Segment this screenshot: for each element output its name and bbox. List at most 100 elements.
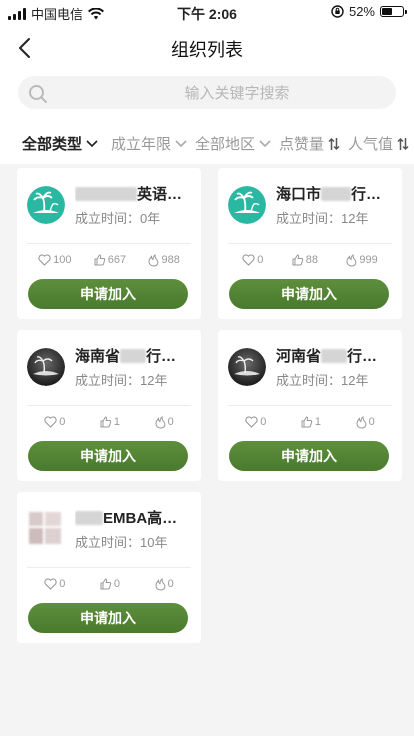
heart-icon [44,578,57,590]
palm-island-logo [27,186,65,224]
status-bar: 中国电信 下午 2:06 52% [0,0,414,24]
filter-popularity-label: 人气值 [348,136,394,153]
org-stats: 0 0 0 [27,574,191,594]
search-bar: 输入关键字搜索 [0,72,414,120]
orientation-lock-icon [331,5,344,18]
blurred-text [321,349,348,363]
org-stats: 100 667 988 [27,250,191,270]
thumbs-up-stat[interactable]: 667 [94,254,126,266]
flame-icon [155,415,165,429]
divider [27,405,191,406]
org-card-header: 海口市 行… 成立时间：12年 [228,186,394,226]
chevron-down-icon [175,139,187,147]
blurred-text [120,349,147,363]
thumbs-up-stat[interactable]: 88 [292,254,318,266]
dark-island-logo [228,348,266,386]
thumbs-up-icon [100,416,112,428]
flame-stat[interactable]: 999 [346,253,378,267]
join-button[interactable]: 申请加入 [229,279,389,309]
org-founded: 成立时间：12年 [75,373,168,388]
org-name: 英语… [75,186,199,204]
org-founded: 成立时间：12年 [276,373,369,388]
chevron-down-icon [86,139,98,147]
filter-years[interactable]: 成立年限 [111,133,187,154]
status-right: 52% [331,4,407,19]
org-founded: 成立时间：10年 [75,535,168,550]
org-founded: 成立时间：12年 [276,211,369,226]
org-stats: 0 1 0 [27,412,191,432]
org-card[interactable]: 海口市 行… 成立时间：12年 0 88 999 申请加入 [218,168,402,319]
flame-stat[interactable]: 0 [155,577,174,591]
thumbs-up-icon [292,254,303,266]
heart-icon [242,254,255,266]
flame-stat[interactable]: 0 [155,415,174,429]
flame-icon [148,253,159,267]
heart-icon [38,254,51,266]
battery-percent: 52% [348,4,375,19]
blurred-text [75,187,137,201]
search-icon [29,85,47,103]
search-input[interactable]: 输入关键字搜索 [18,76,396,109]
nav-bar: 组织列表 [0,24,414,72]
org-grid: 英语… 成立时间：0年 100 667 988 申请加入 海口市 行… 成立时间… [0,164,414,736]
flame-stat[interactable]: 988 [148,253,180,267]
sort-icon [328,137,340,150]
heart-stat[interactable]: 100 [38,254,72,266]
join-button[interactable]: 申请加入 [28,441,188,471]
join-button[interactable]: 申请加入 [229,441,389,471]
heart-stat[interactable]: 0 [44,578,65,590]
palm-island-logo [228,186,266,224]
thumbs-up-stat[interactable]: 0 [100,578,120,590]
org-card[interactable]: 河南省 行… 成立时间：12年 0 1 0 申请加入 [218,330,402,481]
join-button[interactable]: 申请加入 [28,603,188,633]
thumbs-up-stat[interactable]: 1 [301,416,321,428]
battery-icon [380,6,407,17]
org-stats: 0 88 999 [228,250,392,270]
divider [27,567,191,568]
heart-icon [44,416,57,428]
chevron-down-icon [259,139,271,147]
org-name: 河南省 行… [276,348,378,365]
org-card[interactable]: EMBA高… 成立时间：10年 0 0 0 申请加入 [17,492,201,643]
filter-bar: 全部类型 成立年限 全部地区 点赞量 人气值 [0,120,414,164]
org-stats: 0 1 0 [228,412,392,432]
search-placeholder: 输入关键字搜索 [184,85,290,102]
org-card-header: 河南省 行… 成立时间：12年 [228,348,394,388]
flame-icon [356,415,366,429]
org-card-header: 海南省 行… 成立时间：12年 [27,348,193,388]
dark-island-logo [27,348,65,386]
heart-icon [245,416,258,428]
page-title: 组织列表 [171,40,243,60]
heart-stat[interactable]: 0 [245,416,266,428]
heart-stat[interactable]: 0 [242,254,263,266]
thumbs-up-icon [301,416,313,428]
org-card-header: EMBA高… 成立时间：10年 [27,510,193,550]
blurred-text [75,511,103,525]
heart-stat[interactable]: 0 [44,416,65,428]
flame-stat[interactable]: 0 [356,415,375,429]
filter-region-label: 全部地区 [195,136,256,153]
org-name: 海口市 行… [276,186,382,203]
thumbs-up-icon [94,254,105,266]
divider [228,405,392,406]
filter-likes[interactable]: 点赞量 [279,133,340,154]
join-button[interactable]: 申请加入 [28,279,188,309]
divider [27,243,191,244]
blurred-text [321,187,352,201]
filter-region[interactable]: 全部地区 [195,133,271,154]
org-name: 海南省 行… [75,348,177,365]
flame-icon [346,253,357,267]
filter-likes-label: 点赞量 [279,136,325,153]
thumbs-up-stat[interactable]: 1 [100,416,120,428]
filter-popularity[interactable]: 人气值 [348,133,409,154]
blurred-logo [27,510,65,548]
org-card[interactable]: 英语… 成立时间：0年 100 667 988 申请加入 [17,168,201,319]
org-card[interactable]: 海南省 行… 成立时间：12年 0 1 0 申请加入 [17,330,201,481]
org-name: EMBA高… [75,510,199,528]
filter-type-label: 全部类型 [22,136,83,153]
flame-icon [155,577,165,591]
org-card-header: 英语… 成立时间：0年 [27,186,193,226]
filter-type[interactable]: 全部类型 [22,133,98,154]
divider [228,243,392,244]
filter-years-label: 成立年限 [111,136,172,153]
